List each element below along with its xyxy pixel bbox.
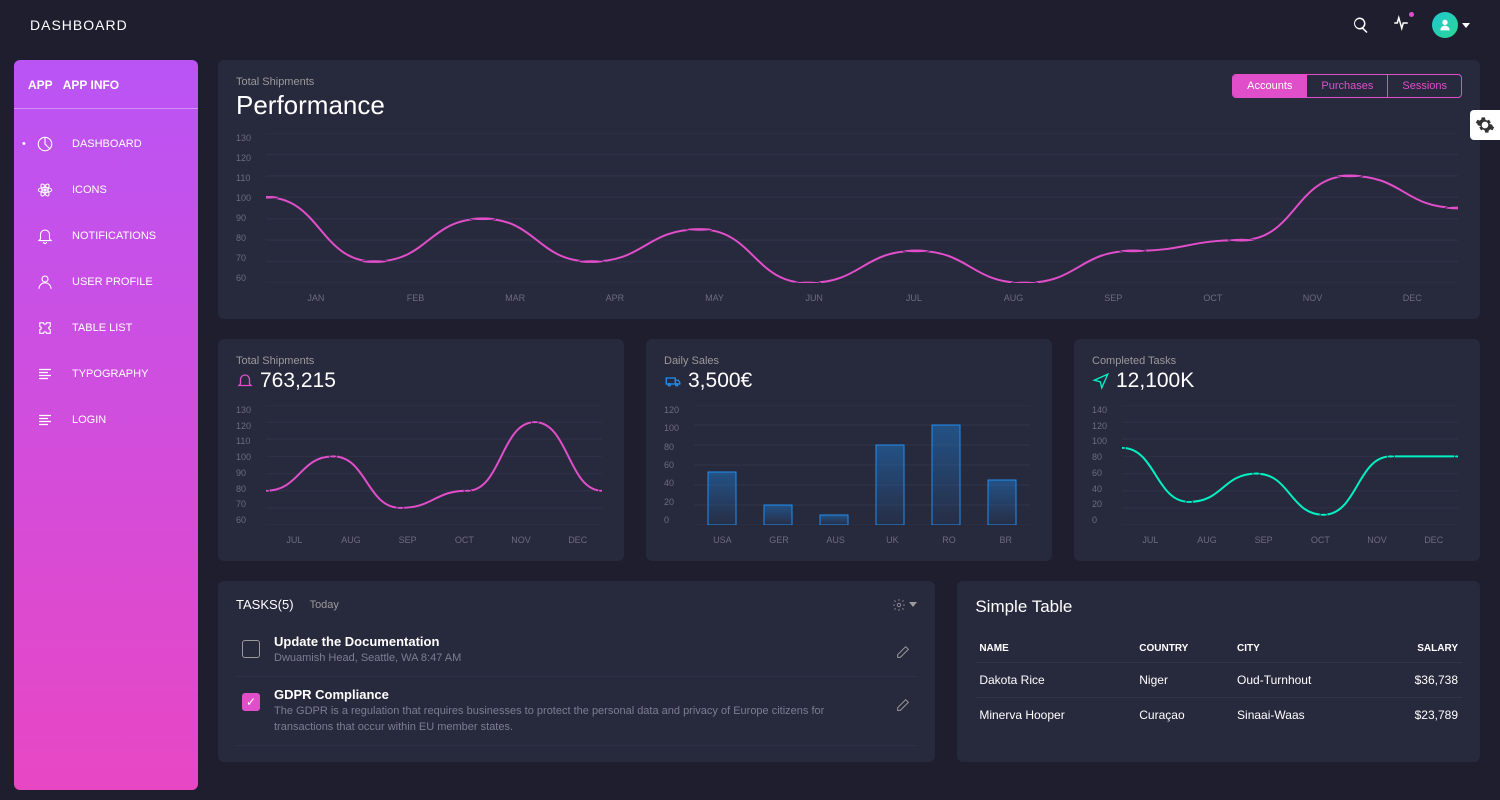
performance-card: Total Shipments Performance Accounts Pur… [218,60,1480,319]
cell-city: Oud-Turnhout [1233,663,1374,698]
cell-country: Niger [1135,663,1233,698]
sales-card: Daily Sales 3,500€ 120100806040200USAGER… [646,339,1052,561]
avatar [1432,12,1458,38]
sidebar-item-label: USER PROFILE [72,276,153,288]
align-icon [36,365,54,383]
table-header: COUNTRY [1135,635,1233,663]
atom-icon [36,181,54,199]
edit-icon[interactable] [895,644,911,660]
cell-name: Minerva Hooper [975,698,1135,733]
topbar: DASHBOARD [0,0,1500,50]
chevron-down-icon [909,602,917,607]
chevron-down-icon [1462,23,1470,28]
task-desc: The GDPR is a regulation that requires b… [274,704,881,735]
shipments-subtitle: Total Shipments [236,355,606,367]
user-menu[interactable] [1432,12,1470,38]
align-icon [36,411,54,429]
settings-fab[interactable] [1470,110,1500,140]
puzzle-icon [36,319,54,337]
task-desc: Dwuamish Head, Seattle, WA 8:47 AM [274,651,881,666]
task-checkbox[interactable] [242,693,260,711]
activity-icon[interactable] [1392,14,1410,37]
tab-purchases[interactable]: Purchases [1307,75,1388,97]
gear-icon [892,598,906,612]
gear-icon [1475,115,1495,135]
tasks-stat-card: Completed Tasks 12,100K 1401201008060402… [1074,339,1480,561]
sidebar-nav: DASHBOARD ICONS NOTIFICATIONS USER PROFI… [14,109,198,443]
sidebar-item-user-profile[interactable]: USER PROFILE [14,259,198,305]
shipments-chart: 13012011010090807060JULAUGSEPOCTNOVDEC [236,405,606,545]
table-header: NAME [975,635,1135,663]
tasks-subtitle: Today [310,599,339,611]
table-card: Simple Table NAME COUNTRY CITY SALARY Da… [957,581,1480,762]
brand-full: APP INFO [63,78,119,92]
shipments-card: Total Shipments 763,215 1301201101009080… [218,339,624,561]
table-row: Minerva Hooper Curaçao Sinaai-Waas $23,7… [975,698,1462,733]
tasks-chart: 140120100806040200JULAUGSEPOCTNOVDEC [1092,405,1462,545]
sales-subtitle: Daily Sales [664,355,1034,367]
simple-table: NAME COUNTRY CITY SALARY Dakota Rice Nig… [975,635,1462,732]
pie-chart-icon [36,135,54,153]
sidebar-item-table-list[interactable]: TABLE LIST [14,305,198,351]
sales-chart: 120100806040200USAGERAUSUKROBR [664,405,1034,545]
bell-icon [36,227,54,245]
sidebar-brand: APP APP INFO [14,78,198,109]
delivery-icon [664,372,682,390]
edit-icon[interactable] [895,697,911,713]
tasks-stat-subtitle: Completed Tasks [1092,355,1462,367]
task-row: GDPR Compliance The GDPR is a regulation… [236,677,917,746]
sidebar-item-label: DASHBOARD [72,138,142,150]
table-row: Dakota Rice Niger Oud-Turnhout $36,738 [975,663,1462,698]
table-header: SALARY [1374,635,1462,663]
table-title: Simple Table [975,597,1462,617]
task-title: GDPR Compliance [274,687,881,702]
sidebar-item-notifications[interactable]: NOTIFICATIONS [14,213,198,259]
table-header: CITY [1233,635,1374,663]
sidebar-item-label: NOTIFICATIONS [72,230,156,242]
sidebar: APP APP INFO DASHBOARD ICONS NOTIFICATIO… [14,60,198,790]
tasks-title: TASKS(5) [236,597,294,612]
tab-sessions[interactable]: Sessions [1388,75,1461,97]
sidebar-item-dashboard[interactable]: DASHBOARD [14,121,198,167]
sidebar-item-label: TABLE LIST [72,322,132,334]
tasks-panel: TASKS(5) Today Update the Documentation … [218,581,935,762]
sidebar-item-label: ICONS [72,184,107,196]
task-checkbox[interactable] [242,640,260,658]
brand-short: APP [28,78,53,92]
tasks-settings[interactable] [892,598,917,612]
bell-icon [236,372,254,390]
topbar-actions [1352,12,1470,38]
user-icon [36,273,54,291]
sidebar-item-icons[interactable]: ICONS [14,167,198,213]
tasks-stat-value: 12,100K [1116,369,1194,393]
task-title: Update the Documentation [274,634,881,649]
page-title: DASHBOARD [30,17,128,33]
sales-value: 3,500€ [688,369,752,393]
cell-salary: $36,738 [1374,663,1462,698]
performance-chart: 13012011010090807060JANFEBMARAPRMAYJUNJU… [236,133,1462,303]
search-icon[interactable] [1352,16,1370,34]
sidebar-item-label: TYPOGRAPHY [72,368,148,380]
task-row: Update the Documentation Dwuamish Head, … [236,624,917,677]
cell-salary: $23,789 [1374,698,1462,733]
cell-country: Curaçao [1135,698,1233,733]
sidebar-item-typography[interactable]: TYPOGRAPHY [14,351,198,397]
sidebar-item-label: LOGIN [72,414,106,426]
send-icon [1092,372,1110,390]
sidebar-item-login[interactable]: LOGIN [14,397,198,443]
cell-city: Sinaai-Waas [1233,698,1374,733]
tab-accounts[interactable]: Accounts [1233,75,1307,97]
cell-name: Dakota Rice [975,663,1135,698]
shipments-value: 763,215 [260,369,336,393]
performance-tabs: Accounts Purchases Sessions [1232,74,1462,98]
